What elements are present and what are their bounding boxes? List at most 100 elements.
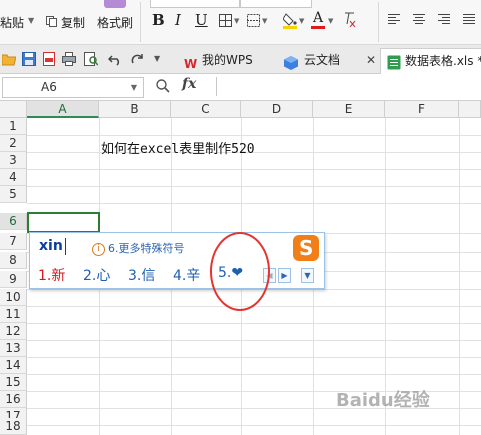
fill-color-icon[interactable] [282,12,297,30]
ribbon-toolbar: 粘贴 ▼ 复制 格式刷 B I U ▼ ▼ ▼ A ▼ [0,0,481,45]
cloud-cube-icon [284,54,298,70]
align-top-left-icon[interactable] [388,14,400,25]
name-box-dropdown-icon[interactable]: ▼ [131,78,137,97]
name-box-value: A6 [41,80,57,94]
ime-candidate-window: xin i 6.更多特殊符号 1.新 2.心 3.信 4.辛 5.❤ ◀ ▶ ▼ … [29,232,325,289]
row-header-1[interactable]: 1 [0,118,27,135]
font-size-select[interactable] [240,0,312,8]
paste-dropdown-icon[interactable]: ▼ [28,16,34,25]
ime-candidate-1[interactable]: 1.新 [38,265,65,285]
font-name-select[interactable] [150,0,240,8]
row-header-13[interactable]: 13 [0,340,27,357]
row-header-11[interactable]: 11 [0,306,27,323]
borders-icon[interactable] [219,14,232,27]
export-pdf-icon[interactable] [42,52,56,66]
ime-candidate-4[interactable]: 4.辛 [173,265,200,285]
grid-row-line [27,357,481,358]
font-color-dropdown-icon[interactable]: ▼ [328,17,333,25]
paste-button[interactable]: 粘贴 [0,14,24,31]
tab-data-sheet[interactable]: 数据表格.xls * [380,48,481,74]
row-header-5[interactable]: 5 [0,186,27,203]
column-header-a[interactable]: A [27,101,99,118]
row-header-9[interactable]: 9 [0,271,27,288]
format-painter-button[interactable]: 格式刷 [97,14,133,31]
row-header-8[interactable]: 8 [0,252,27,269]
tab-label: 我的WPS [202,53,253,67]
clear-format-icon[interactable] [342,12,356,28]
ime-candidate-2[interactable]: 2.心 [83,265,110,285]
format-painter-icon [104,0,126,8]
row-header-12[interactable]: 12 [0,323,27,340]
grid-row-line [27,340,481,341]
bold-button[interactable]: B [152,10,165,30]
row-header-14[interactable]: 14 [0,357,27,374]
italic-button[interactable]: I [175,10,181,30]
divider [140,2,141,42]
svg-text:S: S [299,236,313,260]
copy-button[interactable]: 复制 [61,14,85,31]
print-icon[interactable] [62,52,76,66]
active-cell-a6[interactable] [27,212,100,233]
ime-candidate-3[interactable]: 3.信 [128,265,155,285]
row-header-18[interactable]: 18 [0,418,27,435]
row-header-6[interactable]: 6 [0,213,27,230]
merge-cells-icon[interactable] [247,14,260,27]
column-header-f[interactable]: F [385,101,459,118]
copy-icon [46,16,57,27]
ime-pinyin-input: xin [39,238,63,254]
formula-input[interactable] [216,77,481,96]
open-folder-icon[interactable] [1,52,17,66]
divider [378,2,379,42]
customize-quick-access-icon[interactable]: ▼ [154,54,160,63]
zoom-search-icon[interactable] [156,79,170,93]
column-header-b[interactable]: B [99,101,171,118]
column-header-d[interactable]: D [241,101,313,118]
tab-my-wps[interactable]: W 我的WPS [178,48,270,73]
row-header-16[interactable]: 16 [0,391,27,408]
grid-column-line [459,118,460,435]
print-preview-icon[interactable] [84,52,99,66]
row-header-7[interactable]: 7 [0,233,27,250]
undo-icon[interactable] [107,52,122,66]
grid-row-line [27,135,481,136]
align-top-right-icon[interactable] [438,14,450,25]
tab-cloud-docs[interactable]: 云文档 [280,48,360,73]
name-box[interactable]: A6 ▼ [2,77,144,98]
grid-row-line [27,169,481,170]
align-top-center-icon[interactable] [413,14,425,25]
wps-spreadsheet-window: 粘贴 ▼ 复制 格式刷 B I U ▼ ▼ ▼ A ▼ ▼ W 我的WPS 云文… [0,0,481,435]
close-tab-icon[interactable]: ✕ [366,53,376,67]
grid-row-line [27,186,481,187]
save-icon[interactable] [22,52,36,66]
spreadsheet-file-icon [387,54,401,70]
column-header-c[interactable]: C [171,101,241,118]
wps-logo-icon: W [184,54,198,71]
grid-row-line [27,203,481,204]
merge-dropdown-icon[interactable]: ▼ [262,17,267,25]
row-header-4[interactable]: 4 [0,169,27,186]
redo-icon[interactable] [130,52,144,66]
row-header-2[interactable]: 2 [0,135,27,152]
column-header-g[interactable] [459,101,481,118]
ime-caret [65,238,66,255]
column-header-e[interactable]: E [313,101,385,118]
fill-color-dropdown-icon[interactable]: ▼ [299,17,304,25]
svg-text:W: W [184,57,197,70]
cell-b2[interactable]: 如何在excel表里制作520 [101,138,255,157]
insert-function-button[interactable]: fx [182,76,196,92]
row-header-3[interactable]: 3 [0,152,27,169]
grid-row-line [27,323,481,324]
align-justify-icon[interactable] [463,14,475,25]
row-header-15[interactable]: 15 [0,374,27,391]
document-tab-bar: ▼ W 我的WPS 云文档 ✕ 数据表格.xls * [0,45,481,74]
baidu-jingyan-watermark: Baidu经验 [336,390,430,411]
borders-dropdown-icon[interactable]: ▼ [234,17,239,25]
ime-next-page-button[interactable]: ▶ [278,268,291,283]
underline-button[interactable]: U [195,10,208,30]
font-color-icon[interactable]: A [311,10,325,30]
ime-menu-button[interactable]: ▼ [301,268,314,283]
row-header-10[interactable]: 10 [0,289,27,306]
select-all-corner[interactable] [0,101,27,118]
sogou-logo-icon: S [293,235,319,261]
ime-special-symbols-hint[interactable]: i 6.更多特殊符号 [92,240,185,256]
